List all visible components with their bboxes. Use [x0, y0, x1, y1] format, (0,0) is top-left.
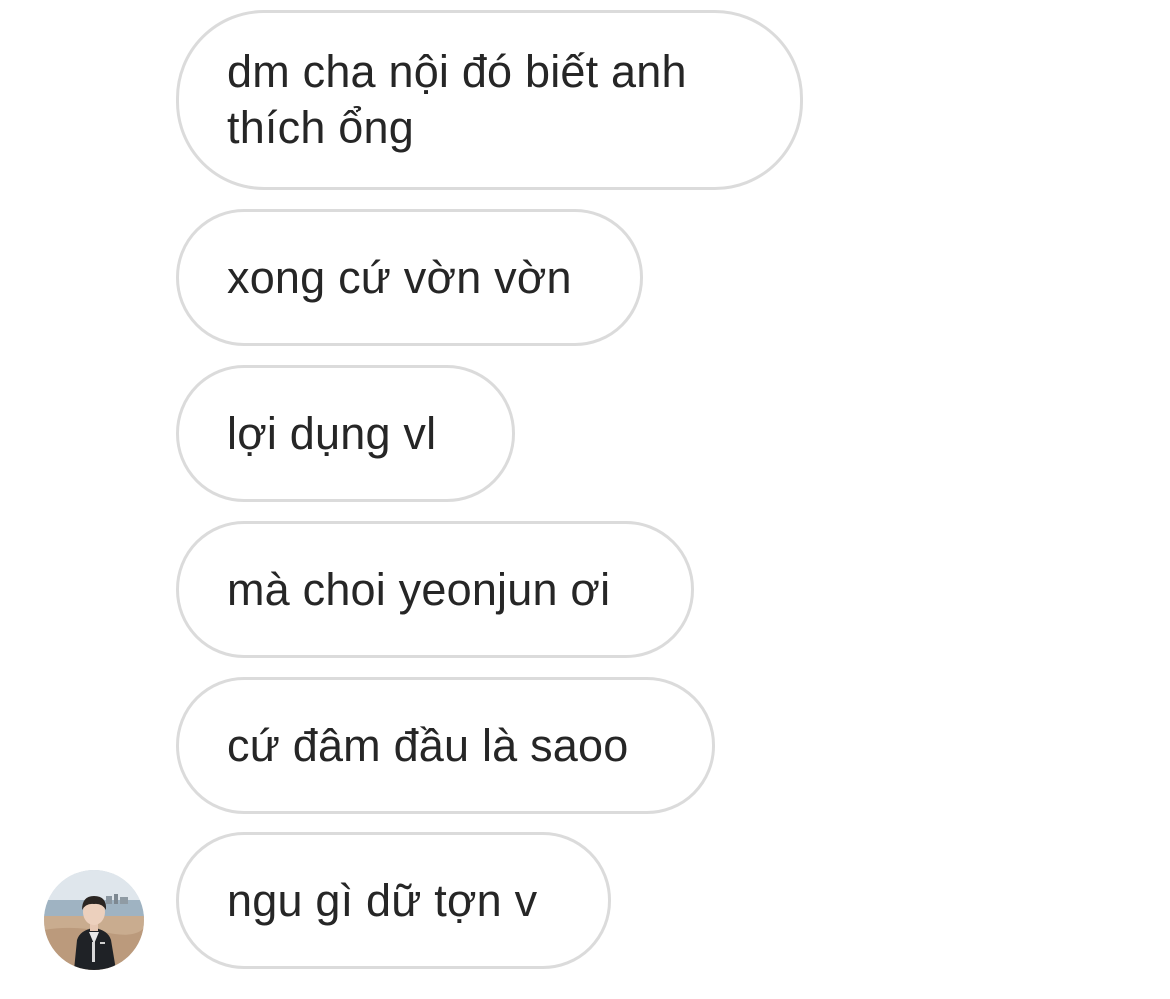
message-bubble[interactable]: xong cứ vờn vờn [176, 209, 643, 346]
message-bubble[interactable]: cứ đâm đầu là saoo [176, 677, 715, 814]
message-text: lợi dụng vl [227, 407, 437, 459]
message-text: ngu gì dữ tợn v [227, 874, 538, 926]
message-bubble[interactable]: mà choi yeonjun ơi [176, 521, 694, 658]
message-text: mà choi yeonjun ơi [227, 563, 611, 615]
user-avatar-photo-icon [44, 870, 144, 970]
message-text: xong cứ vờn vờn [227, 251, 572, 303]
message-bubble[interactable]: ngu gì dữ tợn v [176, 832, 611, 969]
sender-avatar[interactable] [44, 870, 144, 970]
message-text: cứ đâm đầu là saoo [227, 719, 629, 771]
message-bubble[interactable]: lợi dụng vl [176, 365, 515, 502]
message-text: dm cha nội đó biết anh thích ổng [227, 46, 687, 153]
message-bubble[interactable]: dm cha nội đó biết anh thích ổng [176, 10, 803, 190]
message-thread: dm cha nội đó biết anh thích ổng xong cứ… [0, 0, 1170, 999]
